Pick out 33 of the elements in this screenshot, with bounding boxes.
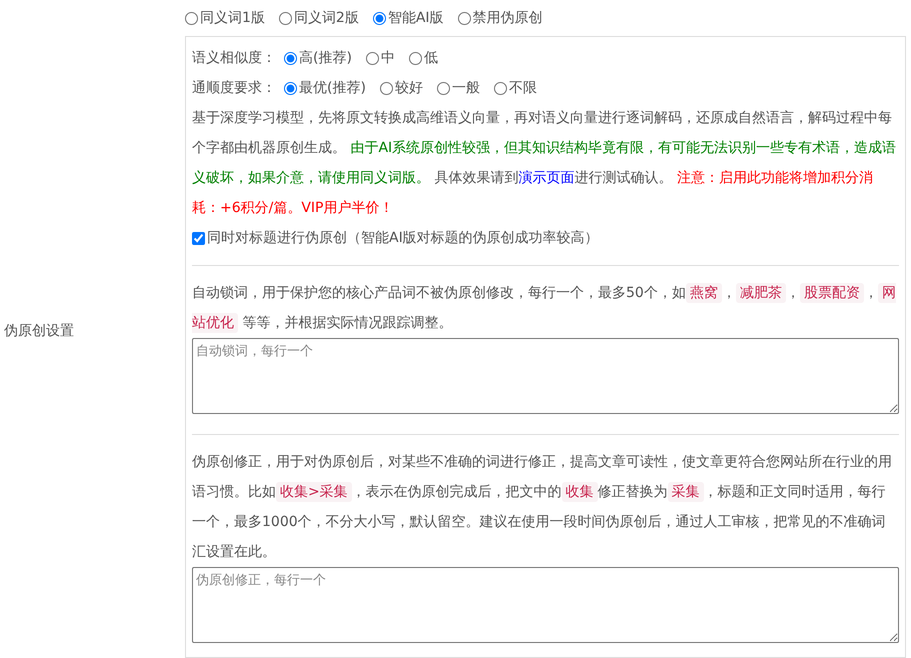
setting-label: 通顺度要求： [192,79,276,97]
radio-button[interactable] [494,82,507,94]
radio-button[interactable] [372,12,386,24]
radio-button[interactable] [185,12,198,24]
setting-label: 语义相似度： [192,49,276,67]
radio-button[interactable] [366,52,379,64]
ai-mode-description: 基于深度学习模型，先将原文转换成高维语义向量，再对语义向量进行逐词解码，还原成自然语言，解码过程中每个字都由机器原创生成。 由于AI系统原创性较强，但其知识结构毕竟有限，有可能无法识别一些专有术语，造成语义破坏，如果介意，请使用同义词版。 具体效果请到演示页面进行测试确认。 注意：启用此功能将增加积分消耗：+6积分/篇。VIP用户半价！ [192,109,898,218]
radio-button[interactable] [436,82,450,94]
radio-button[interactable] [284,82,297,94]
radio-button[interactable] [408,52,422,64]
option-label[interactable]: 不限 [508,79,537,97]
checkbox[interactable] [192,232,205,244]
option-label[interactable]: 较好 [394,79,423,97]
demo-page-link[interactable]: 演示页面 [518,170,574,186]
radio-button[interactable] [458,12,471,24]
option-label[interactable]: 中 [380,49,395,67]
radio-button[interactable] [380,82,393,94]
option-label[interactable]: 高(推荐) [299,49,352,67]
option-label[interactable]: 同义词2版 [294,9,359,27]
option-label[interactable]: 禁用伪原创 [472,9,543,27]
option-label[interactable]: 低 [424,49,438,67]
option-label[interactable]: 一般 [452,79,480,97]
lock-words-field[interactable]: 自动锁词，每行一个 [192,338,899,414]
corrections-description: 伪原创修正，用于对伪原创后，对某些不准确的词进行修正，提高文章可读性，使文章更符合您网站所在行业的用语习惯。比如 收集>采集 ，表示在伪原创完成后，把文中的 收集 修正替换为 采集 ，标题和正文同时适用，每行一个，最多1000个，不分大小写，默认留空。建议在使用一段时间伪原创后，通过人工审核，把常见的不准确词汇设置在此。 [192,453,893,562]
corrections-field[interactable]: 伪原创修正，每行一个 [192,567,899,643]
option-label[interactable]: 最优(推荐) [299,79,366,97]
option-label[interactable]: 智能AI版 [388,9,444,27]
lock-words-description: 自动锁词，用于保护您的核心产品词不被伪原创修改，每行一个，最多50个，如 燕窝 ， 减肥茶 ， 股票配资 ， 网站优化 等等，并根据实际情况跟踪调整。 [192,282,897,335]
option-label[interactable]: 同义词1版 [200,9,265,27]
radio-button[interactable] [284,52,297,64]
section-label: 伪原创设置 [4,322,74,340]
checkbox-label[interactable]: 同时对标题进行伪原创（智能AI版对标题的伪原创成功率较高） [207,229,599,247]
radio-button[interactable] [278,12,292,24]
